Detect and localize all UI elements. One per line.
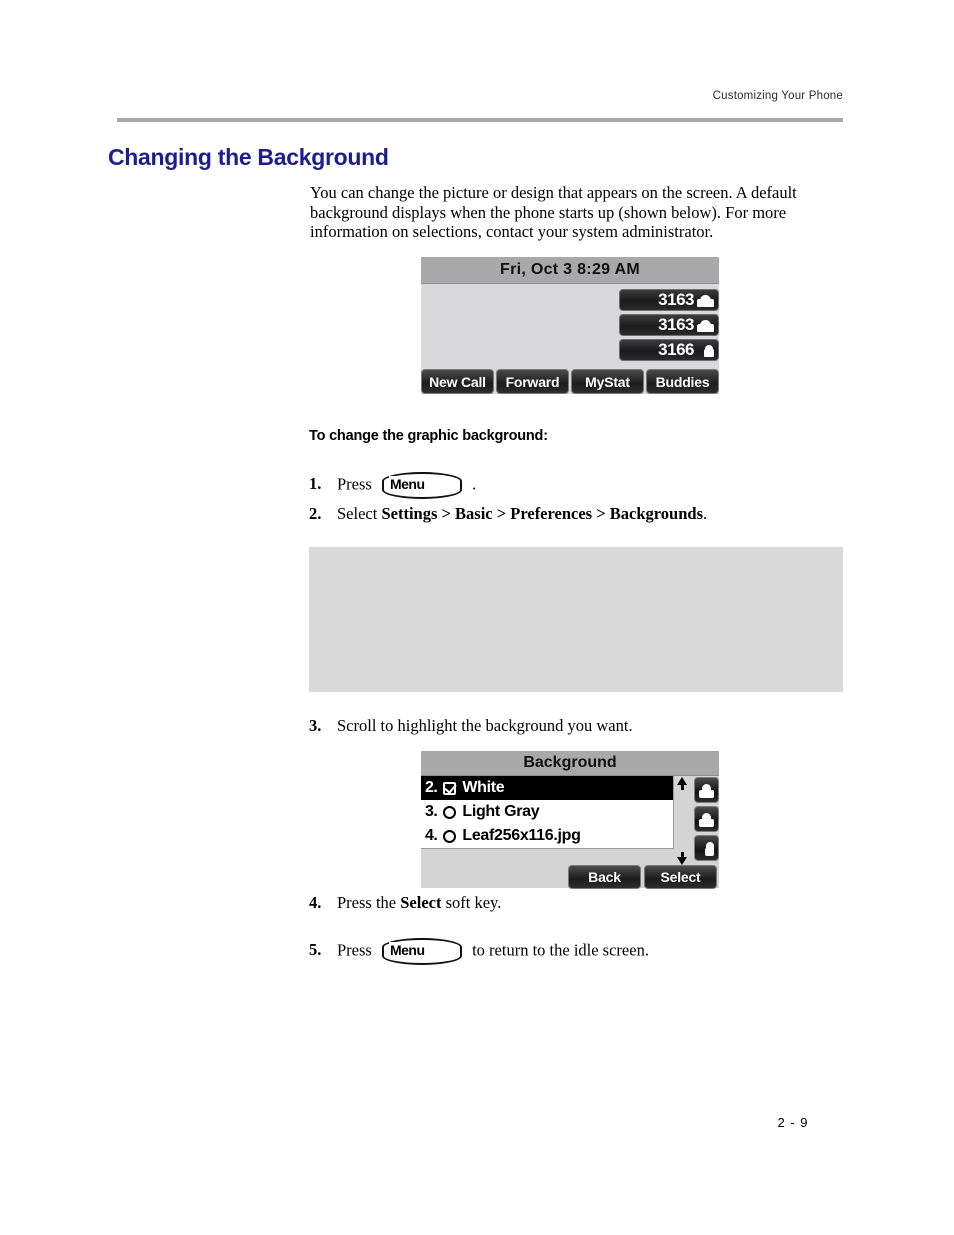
list-item-index: 2. — [425, 779, 438, 796]
step-5-tail: to return to the idle screen. — [472, 940, 649, 960]
handset-icon — [694, 777, 719, 803]
checkbox-unchecked-icon — [443, 829, 457, 843]
step-5-press-label: Press — [337, 940, 372, 960]
step-4-tail: soft key. — [441, 893, 502, 912]
step-3: 3. Scroll to highlight the background yo… — [309, 716, 633, 736]
background-screen-figure: Background 2. White 3. Light Gray 4. Lea… — [421, 751, 719, 889]
list-item-index: 3. — [425, 803, 438, 820]
step-text: Select Settings > Basic > Preferences > … — [337, 504, 707, 524]
soft-key-back: Back — [568, 865, 641, 889]
menu-hard-key: Menu — [381, 472, 462, 499]
step-1-period: . — [472, 474, 477, 494]
soft-key-new-call: New Call — [421, 369, 494, 394]
step-4: 4. Press the Select soft key. — [309, 893, 501, 913]
handset-icon — [694, 806, 719, 832]
menu-hard-key: Menu — [381, 938, 462, 965]
step-4-lead: Press the — [337, 893, 401, 912]
arrow-up-icon — [677, 777, 687, 790]
menu-key-label: Menu — [388, 942, 426, 958]
background-soft-key-row: Back Select — [421, 865, 719, 889]
step-text: Press Menu . — [337, 472, 476, 499]
step-1-press-label: Press — [337, 474, 372, 494]
checkbox-checked-icon — [443, 781, 457, 795]
step-text: Scroll to highlight the background you w… — [337, 716, 633, 735]
idle-screen-figure: Fri, Oct 3 8:29 AM 3163 3163 3166 New Ca… — [421, 257, 719, 394]
list-item-label: Light Gray — [462, 803, 540, 820]
step-number: 1. — [309, 474, 322, 494]
step-number: 2. — [309, 504, 322, 523]
soft-key-buddies: Buddies — [646, 369, 719, 394]
step-2: 2. Select Settings > Basic > Preferences… — [309, 504, 707, 524]
page-title: Changing the Background — [108, 144, 389, 170]
background-option-list: 2. White 3. Light Gray 4. Leaf256x116.jp… — [421, 776, 674, 849]
line-key: 3163 — [619, 314, 719, 336]
background-screen-body: 2. White 3. Light Gray 4. Leaf256x116.jp… — [421, 776, 719, 889]
line-key-number: 3163 — [658, 290, 694, 309]
step-5: 5. Press Menu to return to the idle scre… — [309, 938, 649, 965]
arrow-down-icon — [677, 852, 687, 865]
handset-icon — [697, 293, 714, 308]
menu-path: Settings > Basic > Preferences > Backgro… — [381, 504, 703, 523]
step-number: 3. — [309, 716, 322, 735]
line-key-icon-column — [694, 777, 719, 861]
line-key-number: 3166 — [658, 340, 694, 359]
step-text: Press Menu to return to the idle screen. — [337, 938, 649, 965]
page-number: 2 - 9 — [777, 1115, 809, 1130]
list-item: 4. Leaf256x116.jpg — [421, 824, 673, 848]
idle-screen-titlebar: Fri, Oct 3 8:29 AM — [421, 257, 719, 284]
line-key-number: 3163 — [658, 315, 694, 334]
soft-key-mystat: MyStat — [571, 369, 644, 394]
step-1: 1. Press Menu . — [309, 472, 476, 499]
list-item: 2. White — [421, 776, 673, 800]
procedure-subheading: To change the graphic background: — [309, 428, 548, 444]
list-item-label: White — [462, 779, 505, 796]
step-text: Press the Select soft key. — [337, 893, 501, 913]
line-key: 3163 — [619, 289, 719, 311]
idle-screen-body: 3163 3163 3166 — [421, 284, 719, 370]
soft-key-forward: Forward — [496, 369, 569, 394]
step-number: 4. — [309, 893, 322, 912]
line-key: 3166 — [619, 339, 719, 361]
step-2-lead: Select — [337, 504, 382, 523]
step-2-tail: . — [703, 504, 708, 523]
handset-half-icon — [697, 343, 714, 358]
select-key-name: Select — [400, 893, 442, 912]
handset-half-icon — [694, 835, 719, 861]
soft-key-select: Select — [644, 865, 717, 889]
intro-paragraph: You can change the picture or design tha… — [310, 183, 797, 241]
scrollbar — [675, 776, 689, 866]
list-item-label: Leaf256x116.jpg — [462, 827, 581, 844]
step-number: 5. — [309, 940, 322, 960]
checkbox-unchecked-icon — [443, 805, 457, 819]
handset-icon — [697, 318, 714, 333]
background-screen-titlebar: Background — [421, 751, 719, 776]
idle-soft-key-row: New Call Forward MyStat Buddies — [421, 369, 719, 394]
list-item: 3. Light Gray — [421, 800, 673, 824]
running-header: Customizing Your Phone — [712, 90, 843, 102]
figure-placeholder — [309, 547, 843, 692]
list-item-index: 4. — [425, 827, 438, 844]
line-key-list: 3163 3163 3166 — [619, 289, 719, 361]
menu-key-label: Menu — [388, 476, 426, 492]
header-rule — [117, 118, 843, 122]
